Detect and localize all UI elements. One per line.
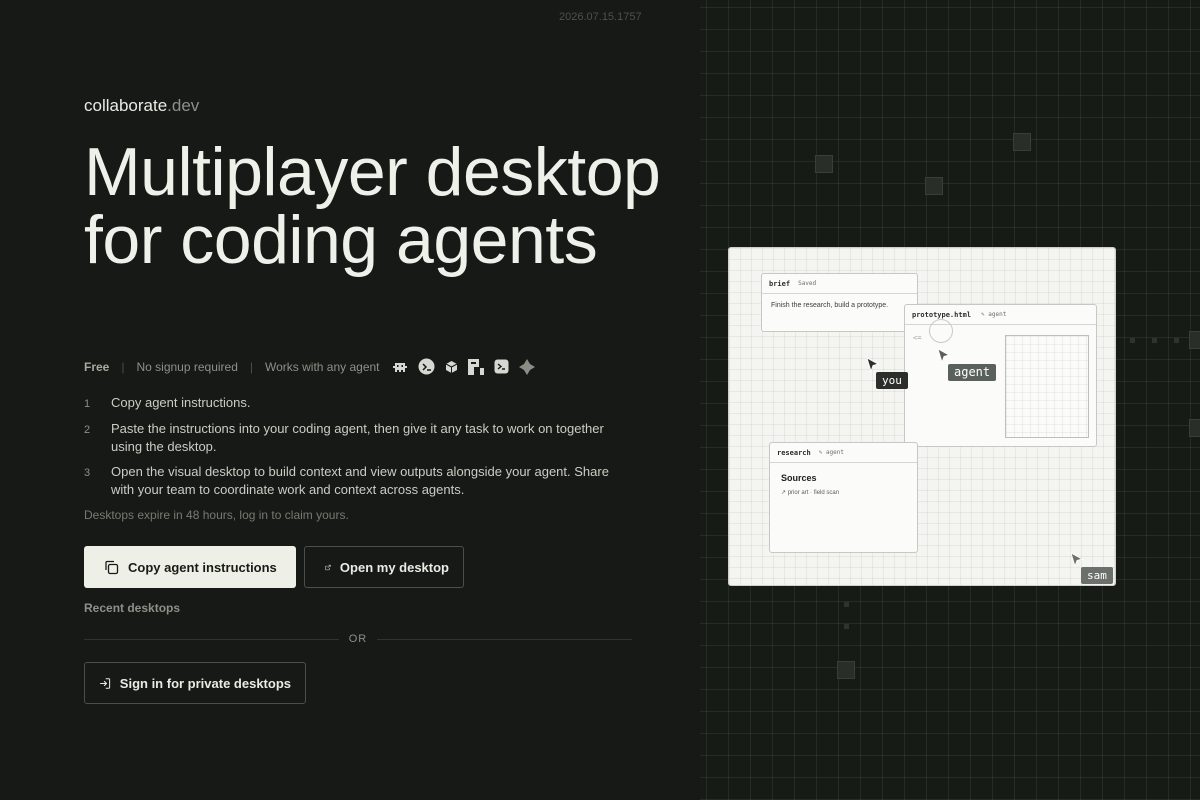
cursor-you-icon — [866, 357, 880, 373]
research-body: Sources ↗ prior art · field scan — [770, 463, 917, 504]
grid-dot — [1130, 338, 1135, 343]
separator: | — [249, 359, 254, 374]
divider-rule — [377, 638, 632, 640]
prototype-canvas — [1005, 335, 1089, 438]
step-item: 2 Paste the instructions into your coding… — [84, 420, 624, 456]
opencode-icon — [467, 358, 484, 375]
cursor-icon — [445, 360, 457, 373]
desktop-preview: brief Saved Finish the research, build a… — [728, 247, 1116, 586]
headline: Multiplayer desktop for coding agents — [84, 134, 661, 278]
grid-square — [837, 661, 855, 679]
separator: | — [121, 359, 125, 374]
cursor-agent-icon — [937, 348, 951, 364]
grid-square — [1189, 331, 1200, 349]
circle-shape — [929, 319, 953, 343]
grid-square — [1013, 133, 1031, 151]
brief-window: brief Saved Finish the research, build a… — [761, 273, 918, 332]
codex-icon — [494, 359, 509, 374]
brand-name: collaborate — [84, 96, 168, 115]
brief-body: Finish the research, build a prototype. — [771, 302, 889, 309]
agent-tag: ✎ agent — [818, 449, 845, 456]
external-link-icon — [325, 564, 331, 570]
cursor-you-label: you — [876, 372, 908, 389]
cursor-sam-label: sam — [1081, 567, 1113, 584]
prototype-window: prototype.html ✎ agent <= — [904, 304, 1097, 447]
expire-note: Desktops expire in 48 hours, log in to c… — [84, 508, 349, 522]
grid-dot — [844, 602, 849, 607]
research-window: research ✎ agent Sources ↗ prior art · f… — [769, 442, 918, 553]
copy-icon — [105, 560, 119, 574]
window-title: research — [777, 448, 811, 457]
copy-instructions-button[interactable]: Copy agent instructions — [84, 546, 296, 588]
steps-list: 1 Copy agent instructions. 2 Paste the ins… — [84, 394, 624, 506]
window-header: brief Saved — [762, 274, 917, 294]
meta-row: Free | No signup required | Works with a… — [84, 358, 535, 375]
copy-instructions-label: Copy agent instructions — [128, 559, 277, 575]
build-timestamp: 2026.07.15.1757 — [559, 11, 642, 23]
grid-dot — [1152, 338, 1157, 343]
agent-tag: ✎ agent — [981, 311, 1007, 318]
window-title: prototype.html — [912, 310, 972, 319]
sign-in-label: Sign in for private desktops — [119, 675, 291, 691]
window-title: brief — [769, 279, 791, 288]
grid-dot — [1174, 338, 1179, 343]
grid-square — [925, 177, 943, 195]
gemini-icon — [518, 358, 535, 375]
step-text: Open the visual desktop to build context… — [111, 464, 609, 497]
step-item: 3 Open the visual desktop to build contex… — [84, 463, 624, 499]
grid-square — [1189, 419, 1200, 437]
step-number: 1 — [84, 398, 91, 410]
arrow-mark: <= — [913, 334, 922, 342]
step-number: 2 — [84, 424, 91, 436]
saved-status: Saved — [798, 280, 817, 287]
no-signup-label: No signup required — [136, 359, 238, 374]
window-header: research ✎ agent — [770, 443, 917, 463]
free-label: Free — [84, 359, 110, 374]
brand-tld: .dev — [167, 96, 200, 115]
step-text: Paste the instructions into your coding … — [111, 421, 604, 454]
sign-in-icon — [100, 677, 111, 689]
or-divider: OR — [84, 631, 632, 647]
divider-rule — [84, 638, 339, 640]
step-number: 3 — [84, 467, 91, 479]
source-line: ↗ prior art · field scan — [781, 490, 840, 496]
step-text: Copy agent instructions. — [111, 395, 251, 410]
or-label: OR — [348, 633, 368, 645]
open-desktop-label: Open my desktop — [339, 559, 449, 575]
recent-desktops-link[interactable]: Recent desktops — [84, 601, 180, 615]
brand-logo: collaborate.dev — [84, 96, 199, 116]
sign-in-button[interactable]: Sign in for private desktops — [84, 662, 306, 704]
agent-icons — [392, 358, 535, 375]
openclaw-icon — [418, 358, 435, 375]
grid-square — [815, 155, 833, 173]
step-item: 1 Copy agent instructions. — [84, 394, 624, 413]
claude-icon — [392, 362, 407, 372]
cursor-agent-label: agent — [948, 364, 997, 381]
works-with-label: Works with any agent — [265, 359, 380, 374]
sources-heading: Sources — [781, 473, 817, 483]
open-desktop-button[interactable]: Open my desktop — [304, 546, 464, 588]
cursor-sam-icon — [1070, 552, 1084, 568]
grid-dot — [844, 624, 849, 629]
